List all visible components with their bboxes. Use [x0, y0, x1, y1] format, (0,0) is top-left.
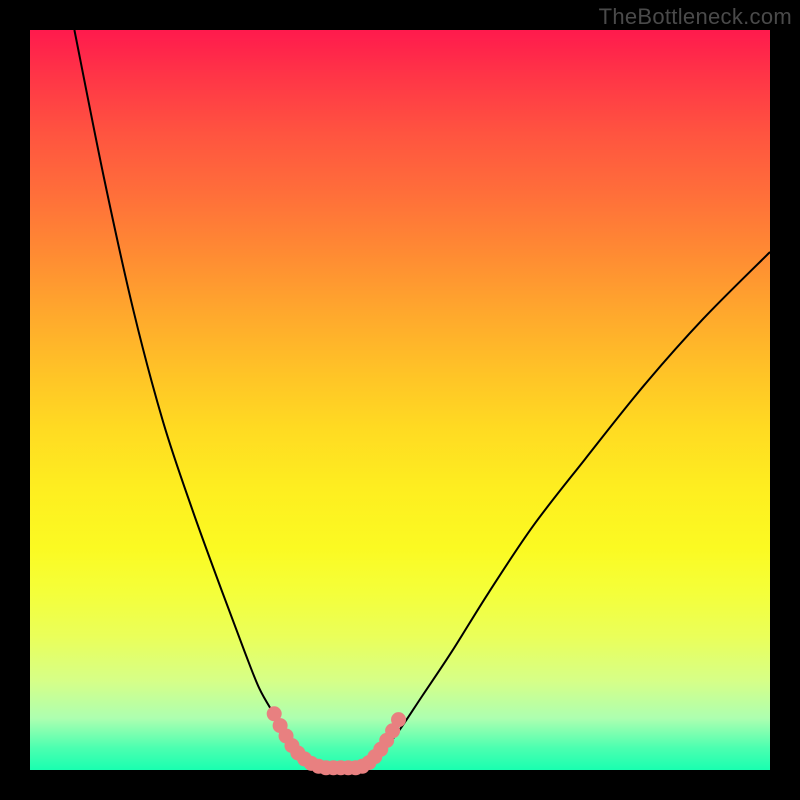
highlight-dots: [267, 706, 406, 775]
curve-group: [74, 30, 770, 768]
plot-svg: [30, 30, 770, 770]
curve-right-branch: [359, 252, 770, 768]
curve-left-branch: [74, 30, 329, 768]
site-watermark: TheBottleneck.com: [599, 4, 792, 30]
highlight-dot: [391, 712, 406, 727]
outer-frame: TheBottleneck.com: [0, 0, 800, 800]
